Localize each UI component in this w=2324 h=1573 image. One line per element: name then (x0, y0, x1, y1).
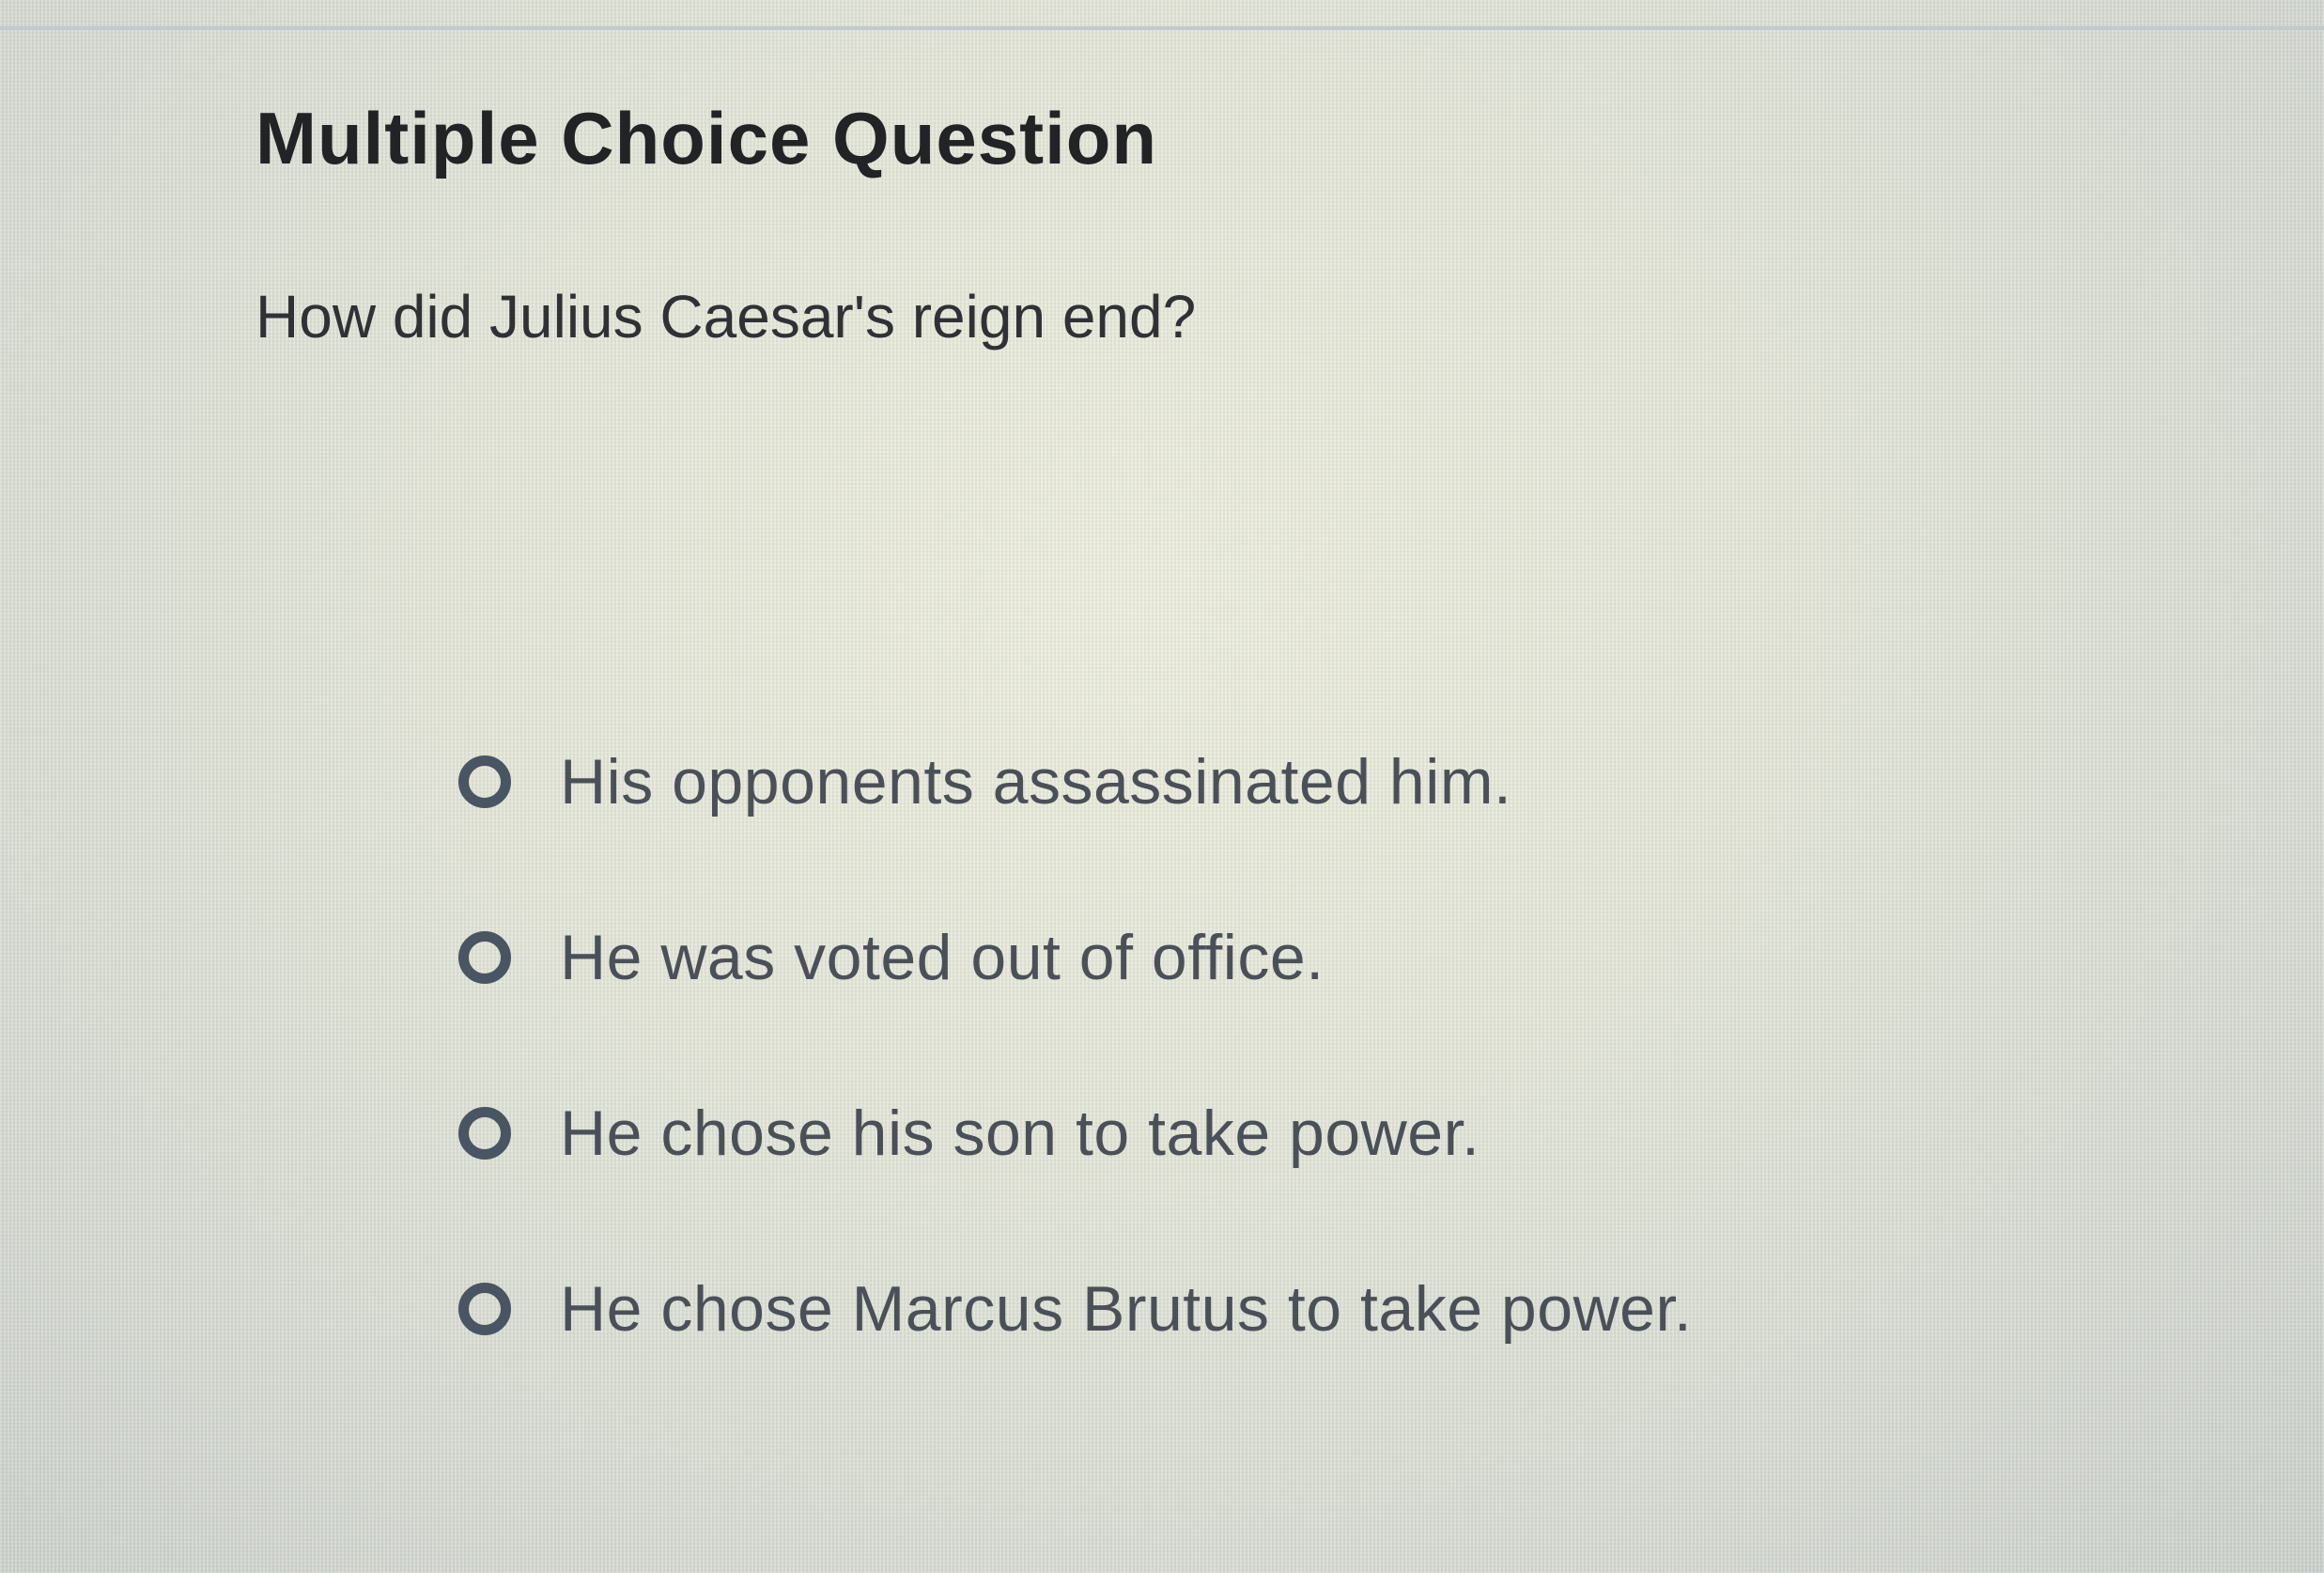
answer-option[interactable]: He was voted out of office. (458, 899, 1692, 1016)
question-card: Multiple Choice Question How did Julius … (0, 0, 2324, 1573)
answer-option-label[interactable]: He chose Marcus Brutus to take power. (560, 1272, 1692, 1346)
answer-option[interactable]: His opponents assassinated him. (458, 724, 1692, 840)
answer-option-label[interactable]: His opponents assassinated him. (560, 745, 1511, 818)
answer-option[interactable]: He chose Marcus Brutus to take power. (458, 1251, 1692, 1367)
radio-button[interactable] (458, 1107, 511, 1160)
question-prompt: How did Julius Caesar's reign end? (256, 283, 1197, 350)
radio-button[interactable] (458, 1283, 511, 1335)
radio-button[interactable] (458, 931, 511, 984)
answer-options: His opponents assassinated him. He was v… (458, 724, 1692, 1426)
radio-button[interactable] (458, 755, 511, 808)
answer-option-label[interactable]: He was voted out of office. (560, 921, 1325, 994)
answer-option-label[interactable]: He chose his son to take power. (560, 1097, 1480, 1170)
question-type-title: Multiple Choice Question (256, 97, 1158, 179)
answer-option[interactable]: He chose his son to take power. (458, 1075, 1692, 1191)
